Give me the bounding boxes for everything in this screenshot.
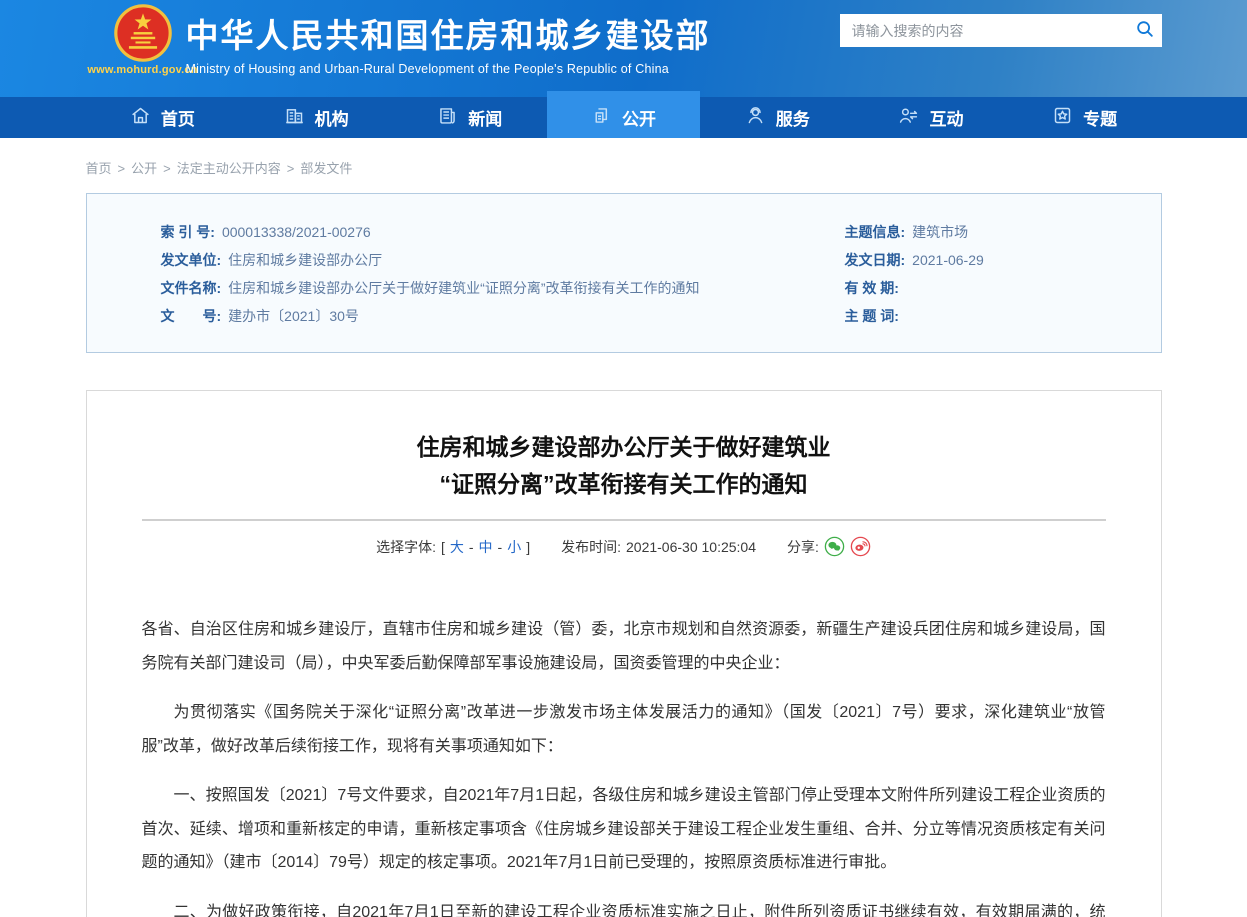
breadcrumb-item-documents[interactable]: 部发文件 (300, 161, 352, 176)
site-title-block: 中华人民共和国住房和城乡建设部 Ministry of Housing and … (186, 9, 711, 76)
breadcrumb-separator: > (287, 161, 295, 176)
news-icon (437, 105, 458, 131)
font-bracket-open: [ (441, 539, 445, 555)
service-icon (745, 105, 766, 131)
info-value: 住房和城乡建设部办公厅关于做好建筑业“证照分离”改革衔接有关工作的通知 (228, 274, 699, 302)
doc-body: 各省、自治区住房和城乡建设厅，直辖市住房和城乡建设（管）委，北京市规划和自然资源… (142, 613, 1106, 917)
info-row-issue-date: 发文日期: 2021-06-29 (845, 246, 1161, 274)
info-row-keywords: 主 题 词: (845, 302, 1161, 330)
nav-item-topics[interactable]: 专题 (1008, 97, 1162, 138)
breadcrumb: 首页 > 公开 > 法定主动公开内容 > 部发文件 (86, 158, 1162, 176)
font-size-separator: - (498, 539, 503, 555)
font-size-medium-button[interactable]: 中 (479, 537, 493, 557)
main-nav: 首页 机构 新闻 (0, 97, 1247, 138)
article-panel: 住房和城乡建设部办公厅关于做好建筑业 “证照分离”改革衔接有关工作的通知 选择字… (86, 390, 1162, 917)
weibo-share-button[interactable] (850, 536, 871, 557)
info-row-doc-number: 文 号: 建办市〔2021〕30号 (161, 302, 845, 330)
breadcrumb-separator: > (118, 161, 126, 176)
publish-time-value: 2021-06-30 10:25:04 (626, 539, 756, 555)
doc-title: 住房和城乡建设部办公厅关于做好建筑业 “证照分离”改革衔接有关工作的通知 (87, 429, 1161, 503)
share-label: 分享: (787, 537, 819, 557)
font-size-small-button[interactable]: 小 (507, 537, 521, 557)
interaction-icon (898, 105, 919, 131)
info-row-doc-name: 文件名称: 住房和城乡建设部办公厅关于做好建筑业“证照分离”改革衔接有关工作的通… (161, 274, 845, 302)
nav-item-org[interactable]: 机构 (239, 97, 393, 138)
logo-block: www.mohurd.gov.cn (84, 3, 202, 76)
page: www.mohurd.gov.cn 中华人民共和国住房和城乡建设部 Minist… (0, 0, 1247, 917)
doc-title-line2: “证照分离”改革衔接有关工作的通知 (87, 466, 1161, 503)
site-header: www.mohurd.gov.cn 中华人民共和国住房和城乡建设部 Minist… (0, 0, 1247, 97)
site-url: www.mohurd.gov.cn (84, 64, 202, 76)
font-select-label: 选择字体: (376, 537, 436, 557)
info-row-topic-info: 主题信息: 建筑市场 (845, 218, 1161, 246)
info-row-index-number: 索 引 号: 000013338/2021-00276 (161, 218, 845, 246)
organization-icon (284, 105, 305, 131)
font-size-large-button[interactable]: 大 (450, 537, 464, 557)
disclosure-icon (591, 105, 612, 131)
info-row-issuing-unit: 发文单位: 住房和城乡建设部办公厅 (161, 246, 845, 274)
info-value: 建办市〔2021〕30号 (228, 302, 359, 330)
breadcrumb-item-statutory[interactable]: 法定主动公开内容 (177, 161, 281, 176)
paragraph-item-2: 二、为做好政策衔接，自2021年7月1日至新的建设工程企业资质标准实施之日止，附… (142, 896, 1106, 917)
font-size-separator: - (469, 539, 474, 555)
search-button[interactable] (1128, 14, 1162, 47)
paragraph-addressees: 各省、自治区住房和城乡建设厅，直辖市住房和城乡建设（管）委，北京市规划和自然资源… (142, 613, 1106, 680)
paragraph-intro: 为贯彻落实《国务院关于深化“证照分离”改革进一步激发市场主体发展活力的通知》（国… (142, 696, 1106, 763)
paragraph-item-1: 一、按照国发〔2021〕7号文件要求，自2021年7月1日起，各级住房和城乡建设… (142, 779, 1106, 880)
nav-item-news[interactable]: 新闻 (393, 97, 547, 138)
publish-time-label: 发布时间: (561, 537, 621, 557)
doc-title-line1: 住房和城乡建设部办公厅关于做好建筑业 (87, 429, 1161, 466)
search-icon (1135, 19, 1155, 42)
title-divider (142, 519, 1106, 521)
home-icon (130, 105, 151, 131)
info-label: 索 引 号: (161, 218, 215, 246)
search-box (840, 14, 1162, 47)
info-label: 有 效 期: (845, 274, 899, 302)
info-label: 文 号: (161, 302, 222, 330)
breadcrumb-separator: > (163, 161, 171, 176)
nav-item-interaction[interactable]: 互动 (854, 97, 1008, 138)
nav-item-home[interactable]: 首页 (86, 97, 240, 138)
topics-icon (1052, 105, 1073, 131)
info-label: 发文单位: (161, 246, 222, 274)
info-label: 主题信息: (845, 218, 906, 246)
info-value: 建筑市场 (912, 218, 968, 246)
breadcrumb-item-home[interactable]: 首页 (86, 161, 112, 176)
nav-item-services[interactable]: 服务 (700, 97, 854, 138)
wechat-share-button[interactable] (824, 536, 845, 557)
search-input[interactable] (840, 23, 1128, 39)
site-title-cn: 中华人民共和国住房和城乡建设部 (186, 9, 711, 57)
national-emblem-icon (84, 3, 202, 63)
breadcrumb-item-disclosure[interactable]: 公开 (131, 161, 157, 176)
doc-info-panel: 索 引 号: 000013338/2021-00276 发文单位: 住房和城乡建… (86, 193, 1162, 353)
info-value: 住房和城乡建设部办公厅 (228, 246, 382, 274)
info-value: 000013338/2021-00276 (222, 218, 371, 246)
info-row-validity: 有 效 期: (845, 274, 1161, 302)
article-meta-row: 选择字体: [ 大 - 中 - 小 ] 发布时间: 2021-06-30 10:… (87, 536, 1161, 557)
nav-item-disclosure[interactable]: 公开 (547, 91, 701, 138)
info-label: 主 题 词: (845, 302, 899, 330)
info-label: 发文日期: (845, 246, 906, 274)
font-bracket-close: ] (526, 539, 530, 555)
info-value: 2021-06-29 (912, 246, 984, 274)
info-label: 文件名称: (161, 274, 222, 302)
site-title-en: Ministry of Housing and Urban-Rural Deve… (186, 62, 711, 76)
